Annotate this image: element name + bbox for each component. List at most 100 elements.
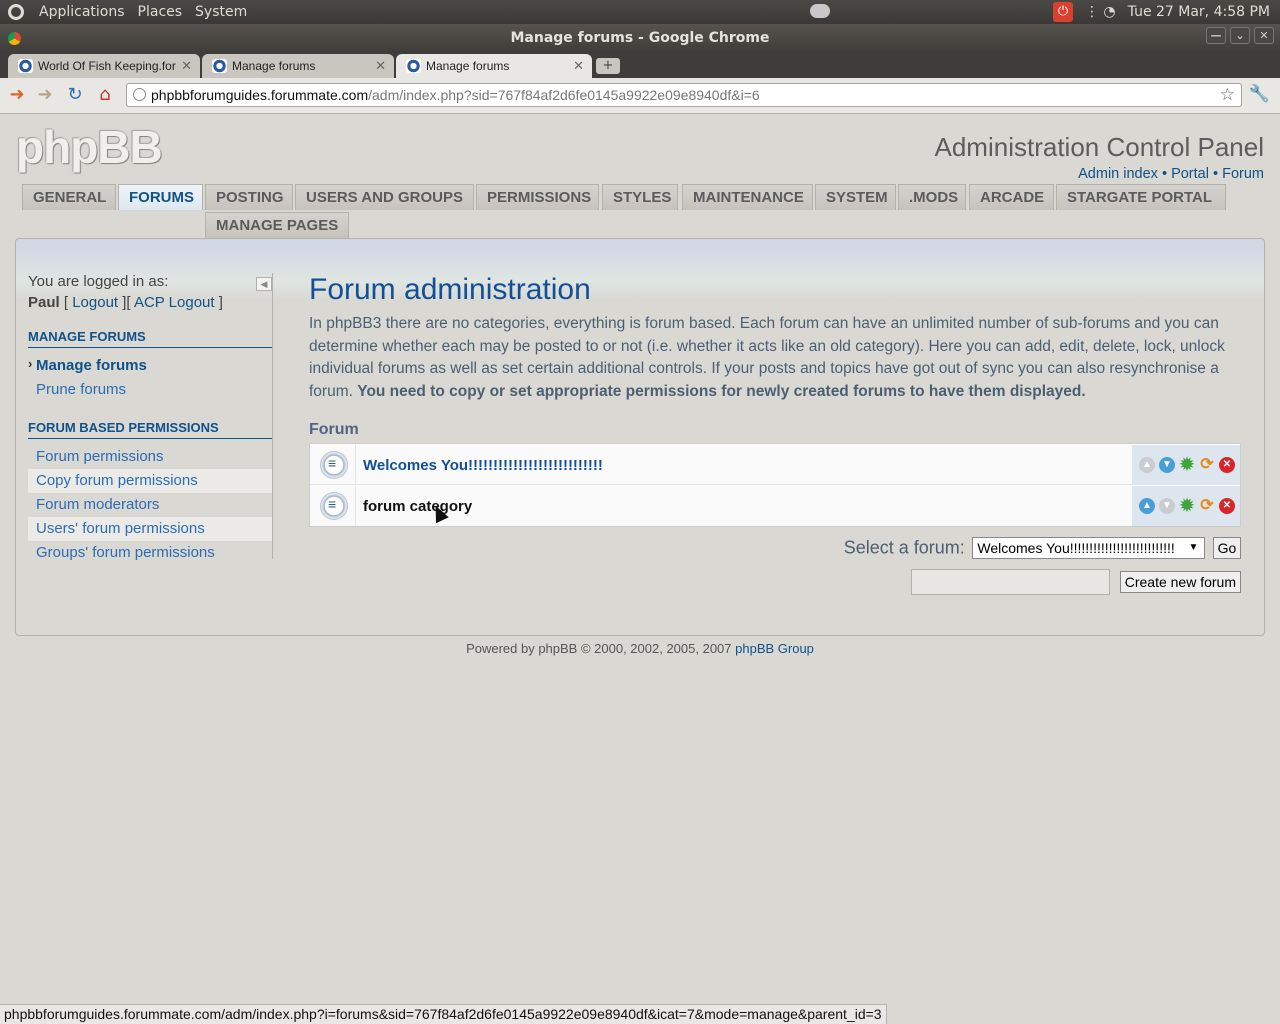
forum-icon xyxy=(320,492,348,520)
status-bar: phpbbforumguides.forummate.com/adm/index… xyxy=(0,1004,887,1024)
page-info-icon[interactable] xyxy=(133,88,146,101)
intro-text: In phpBB3 there are no categories, every… xyxy=(309,313,1241,403)
sidebar: ◀ You are logged in as: Paul [ Logout ][… xyxy=(28,273,273,561)
forum-name-link[interactable]: Welcomes You!!!!!!!!!!!!!!!!!!!!!!!!!!! xyxy=(363,457,603,474)
phpbb-favicon-icon xyxy=(18,59,33,73)
acp-logout-link[interactable]: ACP Logout xyxy=(134,294,215,311)
home-icon[interactable]: ⌂ xyxy=(94,84,116,106)
intro-bold: You need to copy or set appropriate perm… xyxy=(357,382,1086,400)
chrome-icon xyxy=(8,32,21,45)
bookmark-star-icon[interactable]: ☆ xyxy=(1220,84,1235,106)
page-title: Administration Control Panel xyxy=(934,132,1265,162)
address-bar[interactable]: phpbbforumguides.forummate.com/adm/index… xyxy=(126,83,1242,107)
move-down-icon[interactable]: ▼ xyxy=(1159,457,1175,473)
delete-icon[interactable]: ✕ xyxy=(1219,457,1235,473)
tab-close-icon[interactable]: ✕ xyxy=(573,54,584,78)
resync-icon[interactable]: ⟳ xyxy=(1199,498,1215,514)
forum-actions: ▲ ▼ ✹ ⟳ ✕ xyxy=(1132,445,1240,485)
forward-arrow-icon[interactable]: ➜ xyxy=(34,84,56,106)
phpbb-group-link[interactable]: phpBB Group xyxy=(735,641,814,656)
sidebar-item-manage-forums[interactable]: Manage forums xyxy=(28,354,272,378)
column-divider xyxy=(355,486,356,526)
forum-select-value: Welcomes You!!!!!!!!!!!!!!!!!!!!!!!!!!! xyxy=(977,540,1175,556)
forum-actions: ▲ ▼ ✹ ⟳ ✕ xyxy=(1132,486,1240,526)
sidebar-heading-manage-forums: MANAGE FORUMS xyxy=(28,329,272,348)
browser-toolbar: ➜ ➜ ↻ ⌂ phpbbforumguides.forummate.com/a… xyxy=(0,78,1280,114)
username: Paul xyxy=(28,294,60,311)
logout-link[interactable]: Logout xyxy=(72,294,118,311)
forum-name-link[interactable]: forum category xyxy=(363,498,472,515)
phpbb-logo[interactable]: phpBB xyxy=(16,120,163,174)
tab-manage-pages[interactable]: MANAGE PAGES xyxy=(205,212,349,238)
back-arrow-icon[interactable]: ➜ xyxy=(6,84,28,106)
close-window-button[interactable]: ✕ xyxy=(1254,27,1274,44)
wrench-menu-icon[interactable]: 🔧 xyxy=(1249,84,1270,104)
forum-section-label: Forum xyxy=(309,421,359,438)
page-footer: Powered by phpBB © 2000, 2002, 2005, 200… xyxy=(0,641,1280,656)
main-heading: Forum administration xyxy=(309,273,591,306)
logged-in-label: You are logged in as: xyxy=(28,273,169,290)
minimize-button[interactable]: — xyxy=(1206,27,1226,44)
phpbb-favicon-icon xyxy=(406,59,421,73)
collapse-sidebar-icon[interactable]: ◀ xyxy=(256,277,272,291)
edit-gear-icon[interactable]: ✹ xyxy=(1179,456,1195,473)
tab-system[interactable]: SYSTEM xyxy=(815,184,896,210)
tab-posting[interactable]: POSTING xyxy=(205,184,293,210)
create-new-forum-button[interactable]: Create new forum xyxy=(1119,571,1241,593)
clock[interactable]: Tue 27 Mar, 4:58 PM xyxy=(1128,4,1270,20)
tab-strip: World Of Fish Keeping.for ✕ Manage forum… xyxy=(0,52,1280,78)
edit-gear-icon[interactable]: ✹ xyxy=(1179,497,1195,514)
forum-select[interactable]: Welcomes You!!!!!!!!!!!!!!!!!!!!!!!!!!! ▼ xyxy=(972,537,1206,559)
portal-link[interactable]: Portal xyxy=(1171,166,1209,182)
sidebar-item-groups-forum-permissions[interactable]: Groups' forum permissions xyxy=(28,541,272,565)
address-host: phpbbforumguides.forummate.com xyxy=(151,87,369,103)
select-forum-row: Select a forum: Welcomes You!!!!!!!!!!!!… xyxy=(309,537,1241,559)
system-menu[interactable]: System xyxy=(195,4,247,20)
tab-stargate-portal[interactable]: STARGATE PORTAL xyxy=(1056,184,1226,210)
maximize-button[interactable]: ⌄ xyxy=(1230,27,1250,44)
go-button[interactable]: Go xyxy=(1213,537,1241,559)
sidebar-heading-forum-permissions: FORUM BASED PERMISSIONS xyxy=(28,420,272,439)
sidebar-item-forum-moderators[interactable]: Forum moderators xyxy=(28,493,272,517)
tab-maintenance[interactable]: MAINTENANCE xyxy=(682,184,813,210)
tab-permissions[interactable]: PERMISSIONS xyxy=(476,184,599,210)
sidebar-item-forum-permissions[interactable]: Forum permissions xyxy=(28,445,272,469)
resync-icon[interactable]: ⟳ xyxy=(1199,457,1215,473)
move-up-icon: ▲ xyxy=(1139,457,1155,473)
tab-close-icon[interactable]: ✕ xyxy=(375,54,386,78)
sidebar-item-prune-forums[interactable]: Prune forums xyxy=(28,378,272,402)
tab-manage-forums-2[interactable]: Manage forums ✕ xyxy=(396,54,592,78)
power-icon[interactable]: ⏻ xyxy=(1052,2,1073,22)
tab-mods[interactable]: .MODS xyxy=(898,184,966,210)
delete-icon[interactable]: ✕ xyxy=(1219,498,1235,514)
move-down-icon: ▼ xyxy=(1159,498,1175,514)
tab-forums[interactable]: FORUMS xyxy=(118,184,203,210)
os-top-panel: Applications Places System ⏻ ⋮ ◔ Tue 27 … xyxy=(0,0,1280,24)
login-info: Paul [ Logout ][ ACP Logout ] xyxy=(28,294,223,311)
admin-index-link[interactable]: Admin index xyxy=(1078,166,1158,182)
forum-icon xyxy=(320,451,348,479)
new-forum-name-input[interactable] xyxy=(911,569,1111,595)
tab-general[interactable]: GENERAL xyxy=(22,184,116,210)
move-up-icon[interactable]: ▲ xyxy=(1139,498,1155,514)
dropdown-arrow-icon: ▼ xyxy=(1188,542,1199,553)
footer-text: Powered by phpBB © 2000, 2002, 2005, 200… xyxy=(466,641,732,656)
new-tab-button[interactable]: + xyxy=(596,58,620,74)
reload-icon[interactable]: ↻ xyxy=(64,84,86,106)
forum-link[interactable]: Forum xyxy=(1222,166,1264,182)
tab-close-icon[interactable]: ✕ xyxy=(181,54,192,78)
tab-styles[interactable]: STYLES xyxy=(602,184,678,210)
tab-users-and-groups[interactable]: USERS AND GROUPS xyxy=(295,184,474,210)
sidebar-item-users-forum-permissions[interactable]: Users' forum permissions xyxy=(28,517,272,541)
tab-label: Manage forums xyxy=(426,59,510,73)
sidebar-item-copy-forum-permissions[interactable]: Copy forum permissions xyxy=(28,469,272,493)
network-icon[interactable]: ⋮ ◔ xyxy=(1085,4,1116,20)
tab-arcade[interactable]: ARCADE xyxy=(969,184,1054,210)
weather-icon[interactable] xyxy=(810,4,830,18)
applications-menu[interactable]: Applications xyxy=(39,4,125,20)
tab-manage-forums-1[interactable]: Manage forums ✕ xyxy=(202,54,394,78)
places-menu[interactable]: Places xyxy=(138,4,183,20)
ubuntu-logo-icon[interactable] xyxy=(8,4,24,20)
header-links: Admin index • Portal • Forum xyxy=(1078,166,1264,182)
tab-world-of-fish-keeping[interactable]: World Of Fish Keeping.for ✕ xyxy=(8,54,200,78)
